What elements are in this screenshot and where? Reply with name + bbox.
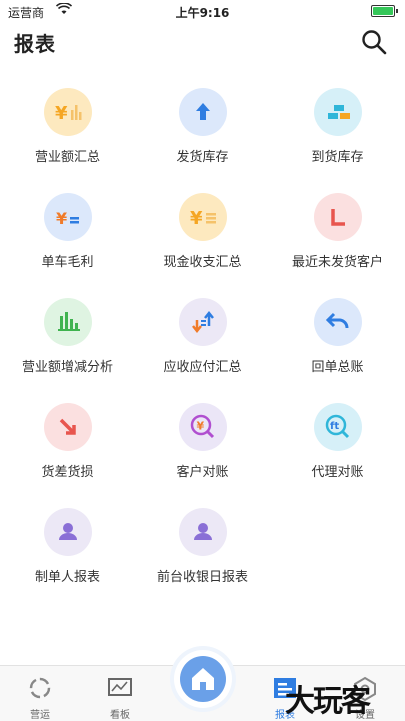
report-vehicle-profit[interactable]: ¥ 单车毛利 [0,183,135,283]
svg-text:¥: ¥ [190,208,203,229]
report-label: 单车毛利 [41,255,94,270]
svg-text:¥: ¥ [55,103,68,124]
report-label: 发货库存 [176,150,229,165]
report-receivable-payable[interactable]: 应收应付汇总 [135,288,270,388]
tab-dashboard[interactable]: 看板 [90,666,150,721]
report-agent-reconcile[interactable]: ft 代理对账 [270,393,405,493]
transfer-icon [178,298,227,346]
arrow-up-icon [178,88,227,136]
battery-icon [371,5,398,17]
svg-text:¥: ¥ [56,209,67,228]
report-label: 营业额汇总 [34,150,100,165]
boxes-icon [313,88,362,136]
home-icon [180,656,226,702]
report-cargo-loss[interactable]: 货差货损 [0,393,135,493]
report-label: 代理对账 [311,465,364,480]
report-label: 前台收银日报表 [156,570,248,585]
page-title: 报表 [14,32,56,56]
search-icon[interactable] [360,28,388,56]
tab-label: 看板 [110,710,130,721]
tab-operations[interactable]: 营运 [10,666,70,721]
revenue-summary-icon: ¥ [43,88,92,136]
report-label: 货差货损 [41,465,94,480]
report-front-desk-daily[interactable]: 前台收银日报表 [135,498,270,598]
report-arrival-stock[interactable]: 到货库存 [270,78,405,178]
home-button[interactable] [174,650,232,708]
svg-text:¥: ¥ [196,420,204,433]
corner-icon [313,193,362,241]
user-icon [43,508,92,556]
report-customer-reconcile[interactable]: ¥ 客户对账 [135,393,270,493]
ring-icon [26,674,54,702]
report-label: 到货库存 [311,150,364,165]
report-receipt-ledger[interactable]: 回单总账 [270,288,405,388]
user-icon [178,508,227,556]
watermark: 大玩客 [285,684,371,719]
status-bar: 运营商 上午9:16 [0,0,405,22]
svg-text:ft: ft [330,421,339,432]
return-arrow-icon [313,298,362,346]
report-label: 客户对账 [176,465,229,480]
report-unshipped-customers[interactable]: 最近未发货客户 [270,183,405,283]
search-ft-icon: ft [313,403,362,451]
bar-chart-icon [43,298,92,346]
report-label: 现金收支汇总 [163,255,242,270]
report-label: 回单总账 [311,360,364,375]
report-revenue-analysis[interactable]: 营业额增减分析 [0,288,135,388]
clock: 上午9:16 [175,6,230,20]
report-creator[interactable]: 制单人报表 [0,498,135,598]
report-label: 营业额增减分析 [21,360,113,375]
arrow-down-right-icon [43,403,92,451]
report-label: 应收应付汇总 [163,360,242,375]
report-label: 制单人报表 [34,570,100,585]
report-shipping-stock[interactable]: 发货库存 [135,78,270,178]
yuan-coins-icon: ¥ [43,193,92,241]
report-label: 最近未发货客户 [291,255,383,270]
report-cash-summary[interactable]: ¥ 现金收支汇总 [135,183,270,283]
report-revenue-summary[interactable]: ¥ 营业额汇总 [0,78,135,178]
cash-icon: ¥ [178,193,227,241]
monitor-icon [106,674,134,702]
search-yuan-icon: ¥ [178,403,227,451]
tab-label: 营运 [30,710,50,721]
